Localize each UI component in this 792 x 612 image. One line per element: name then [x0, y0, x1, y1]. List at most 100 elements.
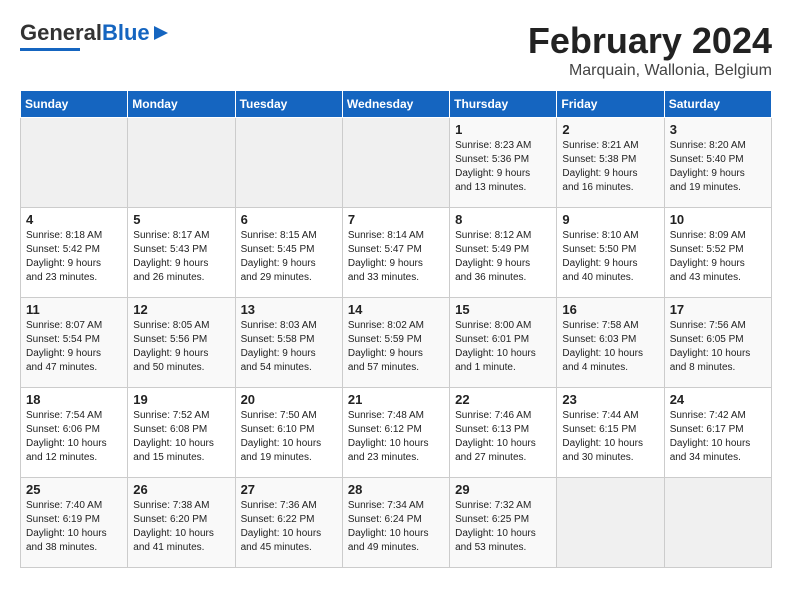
calendar-cell	[557, 478, 664, 568]
calendar-cell: 22 Sunrise: 7:46 AM Sunset: 6:13 PM Dayli…	[450, 388, 557, 478]
week-row-2: 4 Sunrise: 8:18 AM Sunset: 5:42 PM Daylig…	[21, 208, 772, 298]
day-number: 25	[26, 482, 122, 497]
calendar-cell: 3 Sunrise: 8:20 AM Sunset: 5:40 PM Daylig…	[664, 118, 771, 208]
week-row-1: 1Sunrise: 8:23 AM Sunset: 5:36 PM Daylig…	[21, 118, 772, 208]
cell-info: Sunrise: 7:44 AM Sunset: 6:15 PM Dayligh…	[562, 409, 658, 465]
cell-info: Sunrise: 8:03 AM Sunset: 5:58 PM Dayligh…	[241, 319, 337, 375]
cell-info: Sunrise: 8:07 AM Sunset: 5:54 PM Dayligh…	[26, 319, 122, 375]
day-number: 8	[455, 212, 551, 227]
calendar-cell: 13 Sunrise: 8:03 AM Sunset: 5:58 PM Dayli…	[235, 298, 342, 388]
cell-info: Sunrise: 7:32 AM Sunset: 6:25 PM Dayligh…	[455, 499, 551, 555]
day-number: 28	[348, 482, 444, 497]
cell-info: Sunrise: 7:40 AM Sunset: 6:19 PM Dayligh…	[26, 499, 122, 555]
cell-info: Sunrise: 8:09 AM Sunset: 5:52 PM Dayligh…	[670, 229, 766, 285]
logo-general: General	[20, 20, 102, 46]
calendar-cell: 6 Sunrise: 8:15 AM Sunset: 5:45 PM Daylig…	[235, 208, 342, 298]
cell-info: Sunrise: 8:17 AM Sunset: 5:43 PM Dayligh…	[133, 229, 229, 285]
calendar-cell: 10 Sunrise: 8:09 AM Sunset: 5:52 PM Dayli…	[664, 208, 771, 298]
calendar-cell: 28Sunrise: 7:34 AM Sunset: 6:24 PM Dayli…	[342, 478, 449, 568]
week-row-4: 18 Sunrise: 7:54 AM Sunset: 6:06 PM Dayli…	[21, 388, 772, 478]
day-number: 15	[455, 302, 551, 317]
week-row-3: 11 Sunrise: 8:07 AM Sunset: 5:54 PM Dayli…	[21, 298, 772, 388]
calendar-cell	[128, 118, 235, 208]
calendar-cell: 17 Sunrise: 7:56 AM Sunset: 6:05 PM Dayli…	[664, 298, 771, 388]
day-number: 2	[562, 122, 658, 137]
calendar-cell: 19 Sunrise: 7:52 AM Sunset: 6:08 PM Dayli…	[128, 388, 235, 478]
col-header-wednesday: Wednesday	[342, 91, 449, 118]
cell-info: Sunrise: 8:00 AM Sunset: 6:01 PM Dayligh…	[455, 319, 551, 375]
calendar-cell: 12 Sunrise: 8:05 AM Sunset: 5:56 PM Dayli…	[128, 298, 235, 388]
col-header-tuesday: Tuesday	[235, 91, 342, 118]
day-number: 11	[26, 302, 122, 317]
calendar-cell	[235, 118, 342, 208]
calendar-cell	[342, 118, 449, 208]
day-number: 1	[455, 122, 551, 137]
calendar-cell: 16Sunrise: 7:58 AM Sunset: 6:03 PM Dayli…	[557, 298, 664, 388]
page-header: General Blue February 2024 Marquain, Wal…	[20, 20, 772, 80]
calendar-cell	[21, 118, 128, 208]
calendar-cell: 9Sunrise: 8:10 AM Sunset: 5:50 PM Daylig…	[557, 208, 664, 298]
calendar-cell: 27 Sunrise: 7:36 AM Sunset: 6:22 PM Dayli…	[235, 478, 342, 568]
day-number: 13	[241, 302, 337, 317]
month-title: February 2024	[528, 20, 772, 62]
cell-info: Sunrise: 8:10 AM Sunset: 5:50 PM Dayligh…	[562, 229, 658, 285]
day-number: 5	[133, 212, 229, 227]
calendar-cell: 7 Sunrise: 8:14 AM Sunset: 5:47 PM Daylig…	[342, 208, 449, 298]
calendar-cell: 4 Sunrise: 8:18 AM Sunset: 5:42 PM Daylig…	[21, 208, 128, 298]
cell-info: Sunrise: 7:52 AM Sunset: 6:08 PM Dayligh…	[133, 409, 229, 465]
calendar-table: SundayMondayTuesdayWednesdayThursdayFrid…	[20, 90, 772, 568]
cell-info: Sunrise: 8:12 AM Sunset: 5:49 PM Dayligh…	[455, 229, 551, 285]
day-number: 7	[348, 212, 444, 227]
calendar-cell: 23 Sunrise: 7:44 AM Sunset: 6:15 PM Dayli…	[557, 388, 664, 478]
calendar-cell: 8 Sunrise: 8:12 AM Sunset: 5:49 PM Daylig…	[450, 208, 557, 298]
cell-info: Sunrise: 8:20 AM Sunset: 5:40 PM Dayligh…	[670, 139, 766, 195]
col-header-thursday: Thursday	[450, 91, 557, 118]
cell-info: Sunrise: 8:02 AM Sunset: 5:59 PM Dayligh…	[348, 319, 444, 375]
calendar-cell: 14Sunrise: 8:02 AM Sunset: 5:59 PM Dayli…	[342, 298, 449, 388]
calendar-cell: 24 Sunrise: 7:42 AM Sunset: 6:17 PM Dayli…	[664, 388, 771, 478]
week-row-5: 25 Sunrise: 7:40 AM Sunset: 6:19 PM Dayli…	[21, 478, 772, 568]
day-number: 23	[562, 392, 658, 407]
cell-info: Sunrise: 7:54 AM Sunset: 6:06 PM Dayligh…	[26, 409, 122, 465]
day-number: 21	[348, 392, 444, 407]
day-number: 6	[241, 212, 337, 227]
day-number: 18	[26, 392, 122, 407]
cell-info: Sunrise: 7:50 AM Sunset: 6:10 PM Dayligh…	[241, 409, 337, 465]
cell-info: Sunrise: 8:15 AM Sunset: 5:45 PM Dayligh…	[241, 229, 337, 285]
cell-info: Sunrise: 7:38 AM Sunset: 6:20 PM Dayligh…	[133, 499, 229, 555]
calendar-cell: 11 Sunrise: 8:07 AM Sunset: 5:54 PM Dayli…	[21, 298, 128, 388]
day-number: 4	[26, 212, 122, 227]
day-number: 22	[455, 392, 551, 407]
cell-info: Sunrise: 8:18 AM Sunset: 5:42 PM Dayligh…	[26, 229, 122, 285]
calendar-cell: 29 Sunrise: 7:32 AM Sunset: 6:25 PM Dayli…	[450, 478, 557, 568]
cell-info: Sunrise: 7:56 AM Sunset: 6:05 PM Dayligh…	[670, 319, 766, 375]
calendar-cell: 25 Sunrise: 7:40 AM Sunset: 6:19 PM Dayli…	[21, 478, 128, 568]
day-number: 10	[670, 212, 766, 227]
day-number: 17	[670, 302, 766, 317]
cell-info: Sunrise: 8:05 AM Sunset: 5:56 PM Dayligh…	[133, 319, 229, 375]
day-number: 24	[670, 392, 766, 407]
calendar-cell: 1Sunrise: 8:23 AM Sunset: 5:36 PM Daylig…	[450, 118, 557, 208]
day-number: 29	[455, 482, 551, 497]
day-number: 20	[241, 392, 337, 407]
cell-info: Sunrise: 8:21 AM Sunset: 5:38 PM Dayligh…	[562, 139, 658, 195]
logo-underline	[20, 48, 80, 51]
cell-info: Sunrise: 7:36 AM Sunset: 6:22 PM Dayligh…	[241, 499, 337, 555]
cell-info: Sunrise: 7:46 AM Sunset: 6:13 PM Dayligh…	[455, 409, 551, 465]
calendar-cell: 26 Sunrise: 7:38 AM Sunset: 6:20 PM Dayli…	[128, 478, 235, 568]
calendar-cell: 21 Sunrise: 7:48 AM Sunset: 6:12 PM Dayli…	[342, 388, 449, 478]
day-number: 3	[670, 122, 766, 137]
day-number: 19	[133, 392, 229, 407]
logo: General Blue	[20, 20, 170, 51]
day-number: 27	[241, 482, 337, 497]
location: Marquain, Wallonia, Belgium	[528, 62, 772, 80]
cell-info: Sunrise: 7:42 AM Sunset: 6:17 PM Dayligh…	[670, 409, 766, 465]
cell-info: Sunrise: 7:48 AM Sunset: 6:12 PM Dayligh…	[348, 409, 444, 465]
cell-info: Sunrise: 8:14 AM Sunset: 5:47 PM Dayligh…	[348, 229, 444, 285]
day-number: 26	[133, 482, 229, 497]
col-header-monday: Monday	[128, 91, 235, 118]
day-number: 12	[133, 302, 229, 317]
header-row: SundayMondayTuesdayWednesdayThursdayFrid…	[21, 91, 772, 118]
calendar-cell	[664, 478, 771, 568]
calendar-cell: 5 Sunrise: 8:17 AM Sunset: 5:43 PM Daylig…	[128, 208, 235, 298]
